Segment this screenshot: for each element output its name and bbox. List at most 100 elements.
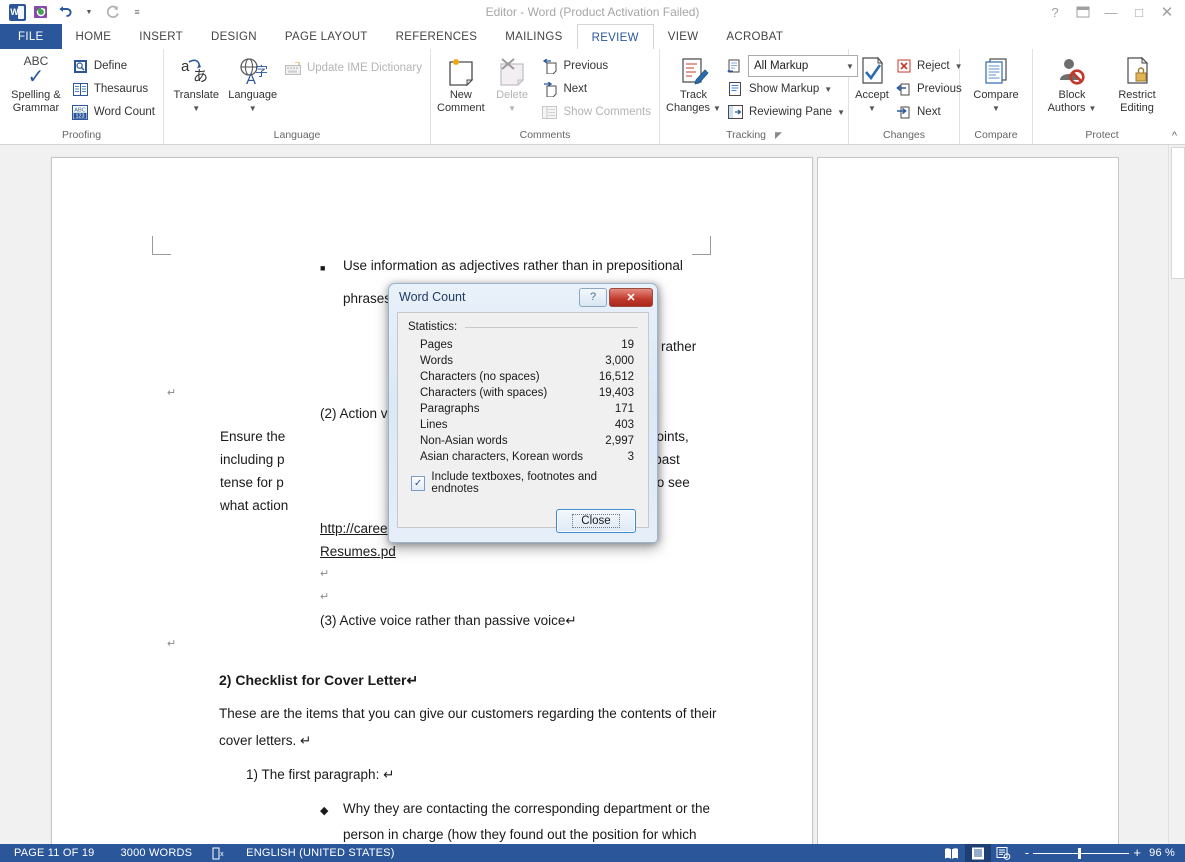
track-changes-button[interactable]: Track Changes ▼ [664, 53, 723, 115]
accept-caret-icon[interactable]: ▼ [868, 102, 876, 115]
include-textboxes-checkbox-row[interactable]: ✓ Include textboxes, footnotes and endno… [408, 465, 638, 495]
track-changes-caret-icon[interactable]: ▼ [713, 102, 721, 115]
doc-hyperlink-1[interactable]: http://caree [320, 521, 388, 536]
read-mode-button[interactable] [939, 844, 965, 862]
display-for-review-select[interactable]: All Markup ▼ [747, 55, 858, 77]
tab-page-layout[interactable]: PAGE LAYOUT [271, 24, 382, 49]
zoom-level[interactable]: 96 % [1149, 847, 1185, 859]
status-right-controls: - + 96 % [939, 844, 1185, 862]
define-button[interactable]: Define [68, 55, 159, 77]
doc-line-9: what action [220, 498, 289, 513]
reviewing-pane-button[interactable]: Reviewing Pane ▼ [723, 101, 862, 123]
restore-icon[interactable]: □ [1125, 1, 1153, 23]
status-proofing-errors-icon[interactable]: x [202, 847, 236, 860]
compare-label: Compare [973, 89, 1019, 101]
display-for-review-row: All Markup ▼ [723, 55, 862, 77]
help-icon[interactable]: ? [1041, 1, 1069, 23]
compare-button[interactable]: Compare ▼ [964, 53, 1028, 115]
translate-button[interactable]: a あ Translate ▼ [168, 53, 224, 115]
tab-review[interactable]: REVIEW [576, 24, 654, 50]
dialog-body: Statistics: Pages 19 Words 3,000 Charact… [397, 312, 649, 533]
language-caret-icon[interactable]: ▼ [249, 102, 257, 115]
previous-comment-button[interactable]: Previous [537, 55, 655, 77]
spelling-and-grammar-button[interactable]: ABC ✓ Spelling & Grammar [4, 53, 68, 115]
undo-dropdown-icon[interactable]: ▼ [78, 2, 100, 22]
show-markup-caret-icon[interactable]: ▼ [824, 85, 832, 94]
new-comment-icon [443, 55, 479, 89]
track-changes-label-2: Changes [666, 102, 711, 114]
include-textboxes-checkbox[interactable]: ✓ [411, 475, 426, 491]
tab-design[interactable]: DESIGN [197, 24, 271, 49]
dialog-close-button[interactable]: Close [556, 509, 636, 533]
reject-button[interactable]: Reject ▼ [891, 55, 967, 77]
spelling-grammar-label-2: Grammar [12, 102, 60, 114]
word-count-button[interactable]: ABC 123 Word Count [68, 101, 159, 123]
translate-caret-icon[interactable]: ▼ [192, 102, 200, 115]
stat-value-words: 3,000 [605, 355, 634, 367]
stat-value-non-asian-words: 2,997 [605, 435, 634, 447]
dialog-help-icon[interactable]: ? [579, 287, 607, 307]
tab-file[interactable]: FILE [0, 24, 62, 49]
status-language[interactable]: ENGLISH (UNITED STATES) [236, 847, 404, 859]
undo-icon[interactable] [54, 2, 76, 22]
display-for-review-value: All Markup [753, 60, 809, 72]
compare-caret-icon[interactable]: ▼ [992, 102, 1000, 115]
restrict-editing-button[interactable]: Restrict Editing [1107, 53, 1167, 115]
new-comment-button[interactable]: New Comment [435, 53, 487, 115]
quick-access-toolbar[interactable]: W ▼ ≡ [0, 2, 148, 22]
show-markup-button[interactable]: Show Markup ▼ [723, 78, 862, 100]
list-bullet-square: ■ [320, 263, 326, 273]
reject-label: Reject [917, 60, 950, 72]
status-page-number[interactable]: PAGE 11 OF 19 [0, 847, 104, 859]
ime-keyboard-icon [285, 60, 302, 77]
dialog-footer: Close [408, 495, 638, 533]
tab-home[interactable]: HOME [62, 24, 126, 49]
ribbon-display-options-icon[interactable] [1069, 1, 1097, 23]
doc-line-2: phrases. [343, 291, 395, 306]
tab-insert[interactable]: INSERT [125, 24, 197, 49]
status-word-count[interactable]: 3000 WORDS [104, 847, 202, 859]
tracking-dialog-launcher-icon[interactable]: ◤ [775, 130, 782, 140]
group-label-language: Language [273, 129, 321, 141]
tab-view[interactable]: VIEW [654, 24, 713, 49]
tab-mailings[interactable]: MAILINGS [491, 24, 576, 49]
svg-text:a: a [181, 58, 190, 75]
zoom-slider[interactable]: - + [1017, 846, 1149, 859]
doc-pilcrow-2: ↵ [320, 568, 330, 580]
group-label-comments: Comments [519, 129, 571, 141]
zoom-knob[interactable] [1078, 847, 1082, 859]
customize-quick-access-icon[interactable]: ≡ [126, 2, 148, 22]
vertical-scrollbar[interactable] [1168, 145, 1185, 844]
redo-icon[interactable] [102, 2, 124, 22]
accept-button[interactable]: Accept ▼ [853, 53, 891, 115]
tab-acrobat[interactable]: ACROBAT [712, 24, 797, 49]
window-controls[interactable]: ? — □ ✕ [1041, 0, 1181, 24]
next-comment-button[interactable]: Next [537, 78, 655, 100]
block-authors-button[interactable]: Block Authors ▼ [1037, 53, 1107, 115]
zoom-out-button[interactable]: - [1025, 846, 1030, 859]
language-button[interactable]: A 字 Language ▼ [224, 53, 280, 115]
zoom-in-button[interactable]: + [1133, 846, 1141, 859]
collapse-ribbon-icon[interactable]: ^ [1172, 130, 1177, 142]
block-authors-caret-icon[interactable]: ▼ [1089, 102, 1097, 115]
save-icon[interactable] [30, 2, 52, 22]
word-logo-icon: W [6, 2, 28, 22]
dialog-close-icon[interactable]: ✕ [609, 287, 653, 307]
close-icon[interactable]: ✕ [1153, 1, 1181, 23]
dialog-title-bar[interactable]: Word Count ? ✕ [389, 284, 657, 310]
next-comment-label: Next [563, 83, 588, 95]
next-change-button[interactable]: Next [891, 101, 967, 123]
word-count-dialog[interactable]: Word Count ? ✕ Statistics: Pages 19 Word… [388, 283, 658, 543]
scrollbar-thumb[interactable] [1171, 147, 1185, 279]
tab-references[interactable]: REFERENCES [382, 24, 492, 49]
minimize-icon[interactable]: — [1097, 1, 1125, 23]
previous-change-button[interactable]: Previous [891, 78, 967, 100]
stat-label-chars-no-spaces: Characters (no spaces) [420, 371, 540, 383]
doc-hyperlink-2[interactable]: Resumes.pd [320, 544, 396, 559]
web-layout-button[interactable] [991, 844, 1017, 862]
zoom-track[interactable] [1033, 847, 1130, 859]
thesaurus-button[interactable]: Thesaurus [68, 78, 159, 100]
print-layout-button[interactable] [964, 844, 991, 862]
ribbon-group-protect: Block Authors ▼ Restrict Editing Protect [1033, 49, 1171, 144]
reviewing-pane-caret-icon[interactable]: ▼ [837, 108, 845, 117]
